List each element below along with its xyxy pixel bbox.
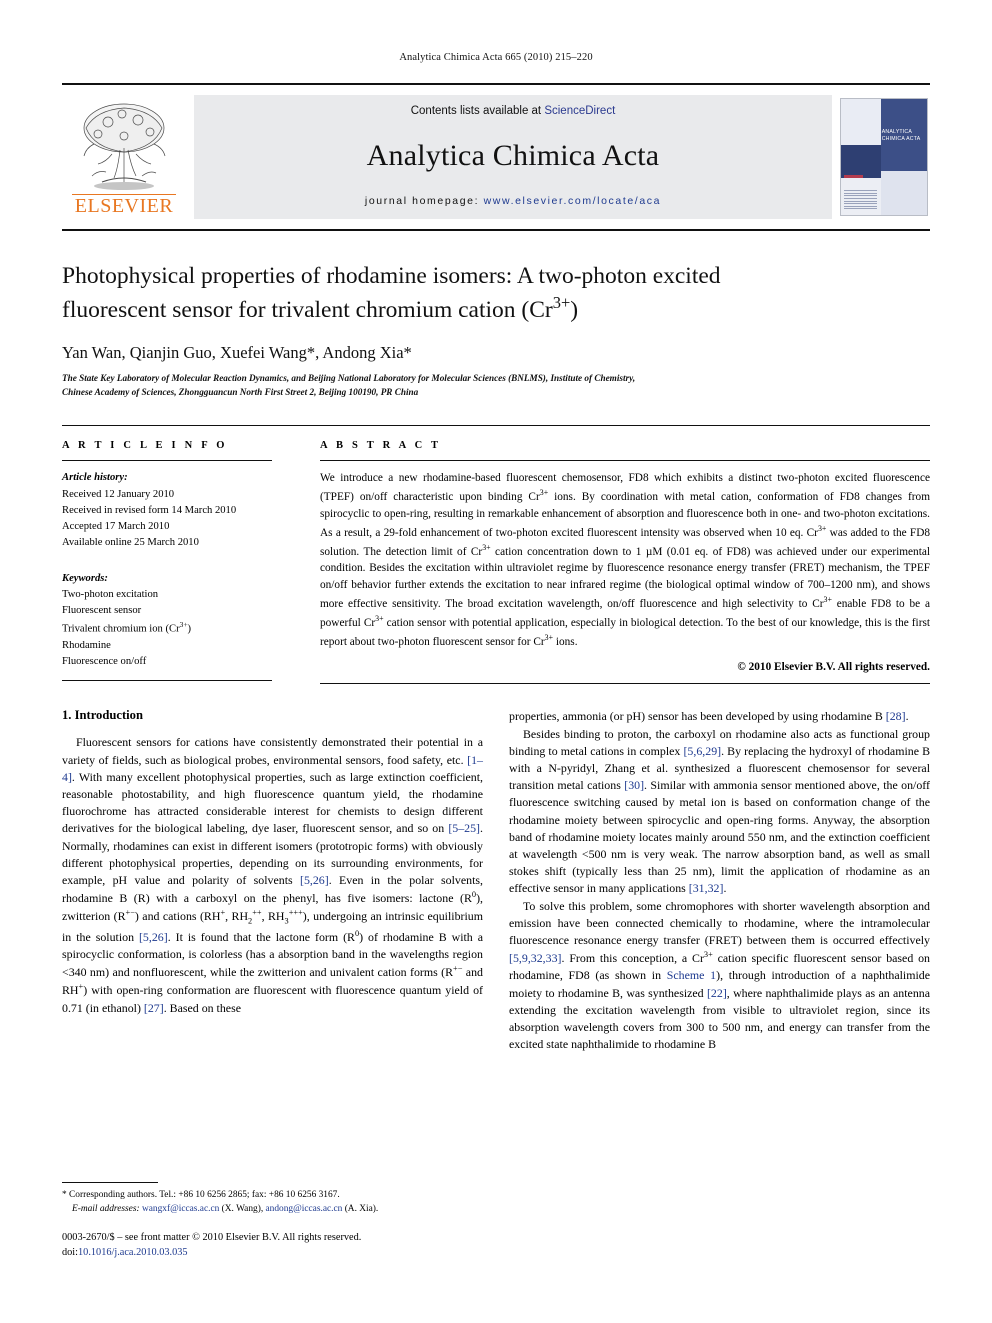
homepage-url[interactable]: www.elsevier.com/locate/aca xyxy=(484,195,661,207)
scheme-link[interactable]: Scheme 1 xyxy=(667,968,716,982)
affiliation-line-2: Chinese Academy of Sciences, Zhongguancu… xyxy=(62,386,419,397)
history-item: Accepted 17 March 2010 xyxy=(62,520,170,532)
journal-homepage-line: journal homepage: www.elsevier.com/locat… xyxy=(365,195,661,207)
affiliation: The State Key Laboratory of Molecular Re… xyxy=(62,372,930,400)
body-left-column: 1. Introduction Fluorescent sensors for … xyxy=(62,708,483,1053)
citation-link[interactable]: [5,6,29] xyxy=(683,744,721,758)
title-line-2-post: ) xyxy=(570,296,579,323)
history-item: Received in revised form 14 March 2010 xyxy=(62,504,237,516)
keywords-label: Keywords: xyxy=(62,572,108,584)
journal-title: Analytica Chimica Acta xyxy=(366,139,660,172)
running-head: Analytica Chimica Acta 665 (2010) 215–22… xyxy=(399,52,593,63)
citation-link[interactable]: [5,9,32,33] xyxy=(509,951,562,965)
intro-paragraph-right-3: To solve this problem, some chromophores… xyxy=(509,898,931,1052)
keyword-item: Two-photon excitation xyxy=(62,589,159,601)
body-columns: 1. Introduction Fluorescent sensors for … xyxy=(62,708,930,1053)
history-item: Received 12 January 2010 xyxy=(62,488,175,500)
article-info-heading: A R T I C L E I N F O xyxy=(62,440,228,452)
article-history-block: Article history: Received 12 January 201… xyxy=(62,470,272,550)
citation-link[interactable]: [22] xyxy=(707,986,727,1000)
cover-title-line2: CHIMICA ACTA xyxy=(881,135,921,142)
citation-link[interactable]: [5,26] xyxy=(300,873,329,887)
email-addresses-label: E-mail addresses: xyxy=(72,1204,140,1215)
doi-link[interactable]: 10.1016/j.aca.2010.03.035 xyxy=(78,1247,188,1258)
title-line-2-pre: fluorescent sensor for trivalent chromiu… xyxy=(62,296,553,323)
body-right-column: properties, ammonia (or pH) sensor has b… xyxy=(509,708,930,1053)
issn-block: 0003-2670/$ – see front matter © 2010 El… xyxy=(62,1231,492,1261)
info-abstract-row: A R T I C L E I N F O Article history: R… xyxy=(62,425,931,685)
homepage-prefix: journal homepage: xyxy=(364,195,484,207)
corresponding-line: * Corresponding authors. Tel.: +86 10 62… xyxy=(62,1189,340,1200)
intro-paragraph-right-1: properties, ammonia (or pH) sensor has b… xyxy=(509,709,909,724)
article-history-label: Article history: xyxy=(62,472,128,484)
abstract-bottom-rule xyxy=(320,683,930,685)
author-list: Yan Wan, Qianjin Guo, Xuefei Wang*, Ando… xyxy=(62,342,412,362)
affiliation-line-1: The State Key Laboratory of Molecular Re… xyxy=(62,372,636,383)
email-owner-1: (X. Wang), xyxy=(221,1204,264,1215)
issn-line: 0003-2670/$ – see front matter © 2010 El… xyxy=(62,1232,362,1244)
sciencedirect-link[interactable]: ScienceDirect xyxy=(544,105,615,117)
elsevier-wordmark: ELSEVIER xyxy=(72,194,176,217)
corresponding-author-note: * Corresponding authors. Tel.: +86 10 62… xyxy=(62,1188,492,1216)
abstract-heading: A B S T R A C T xyxy=(320,440,442,452)
citation-link[interactable]: [5,26] xyxy=(139,930,168,944)
keywords-block: Keywords: Two-photon excitation Fluoresc… xyxy=(62,571,272,670)
masthead-bottom-rule xyxy=(62,229,930,231)
contents-prefix: Contents lists available at xyxy=(410,105,545,117)
article-info-rule xyxy=(62,460,272,462)
citation-link[interactable]: [1–4] xyxy=(62,753,483,784)
masthead-center: Contents lists available at ScienceDirec… xyxy=(194,95,832,219)
contents-available-line: Contents lists available at ScienceDirec… xyxy=(411,105,616,117)
doi-label: doi: xyxy=(62,1247,79,1259)
abstract-rule xyxy=(320,460,930,462)
citation-link[interactable]: [27] xyxy=(144,1001,164,1015)
history-item: Available online 25 March 2010 xyxy=(62,536,199,548)
citation-link[interactable]: [31,32] xyxy=(689,881,724,895)
page-title: Photophysical properties of rhodamine is… xyxy=(62,261,930,326)
elsevier-logo: ELSEVIER xyxy=(62,95,186,219)
article-info-column: A R T I C L E I N F O Article history: R… xyxy=(62,426,298,684)
journal-masthead: ELSEVIER Contents lists available at Sci… xyxy=(62,83,930,231)
doi-line: doi:10.1016/j.aca.2010.03.035 xyxy=(62,1246,492,1261)
abstract-copyright: © 2010 Elsevier B.V. All rights reserved… xyxy=(737,661,930,674)
citation-link[interactable]: [30] xyxy=(624,778,644,792)
title-superscript: 3+ xyxy=(552,293,571,313)
footnote-rule xyxy=(62,1181,158,1183)
journal-cover-thumbnail: ANALYTICA CHIMICA ACTA xyxy=(838,95,930,219)
article-info-bottom-rule xyxy=(62,680,272,682)
citation-link[interactable]: [28] xyxy=(886,709,906,723)
elsevier-tree-icon xyxy=(83,103,166,190)
abstract-text: We introduce a new rhodamine-based fluor… xyxy=(320,472,931,648)
section-heading-introduction: 1. Introduction xyxy=(62,708,143,723)
intro-paragraph-left: Fluorescent sensors for cations have con… xyxy=(62,735,483,1015)
title-line-1: Photophysical properties of rhodamine is… xyxy=(62,263,721,289)
paper-page: Analytica Chimica Acta 665 (2010) 215–22… xyxy=(0,0,992,1323)
keyword-item: Fluorescence on/off xyxy=(62,655,147,667)
page-footnote: * Corresponding authors. Tel.: +86 10 62… xyxy=(62,1181,492,1261)
email-link-1[interactable]: wangxf@iccas.ac.cn xyxy=(142,1204,219,1214)
title-block: Photophysical properties of rhodamine is… xyxy=(62,261,930,399)
citation-link[interactable]: [5–25] xyxy=(448,821,480,835)
keyword-item: Rhodamine xyxy=(62,639,111,651)
intro-paragraph-right-2: Besides binding to proton, the carboxyl … xyxy=(509,726,931,896)
keyword-item: Fluorescent sensor xyxy=(62,605,142,617)
email-owner-2: (A. Xia). xyxy=(344,1204,379,1215)
email-link-2[interactable]: andong@iccas.ac.cn xyxy=(266,1204,343,1214)
abstract-column: A B S T R A C T We introduce a new rhoda… xyxy=(298,426,931,685)
keyword-item: Trivalent chromium ion (Cr3+) xyxy=(62,620,192,635)
